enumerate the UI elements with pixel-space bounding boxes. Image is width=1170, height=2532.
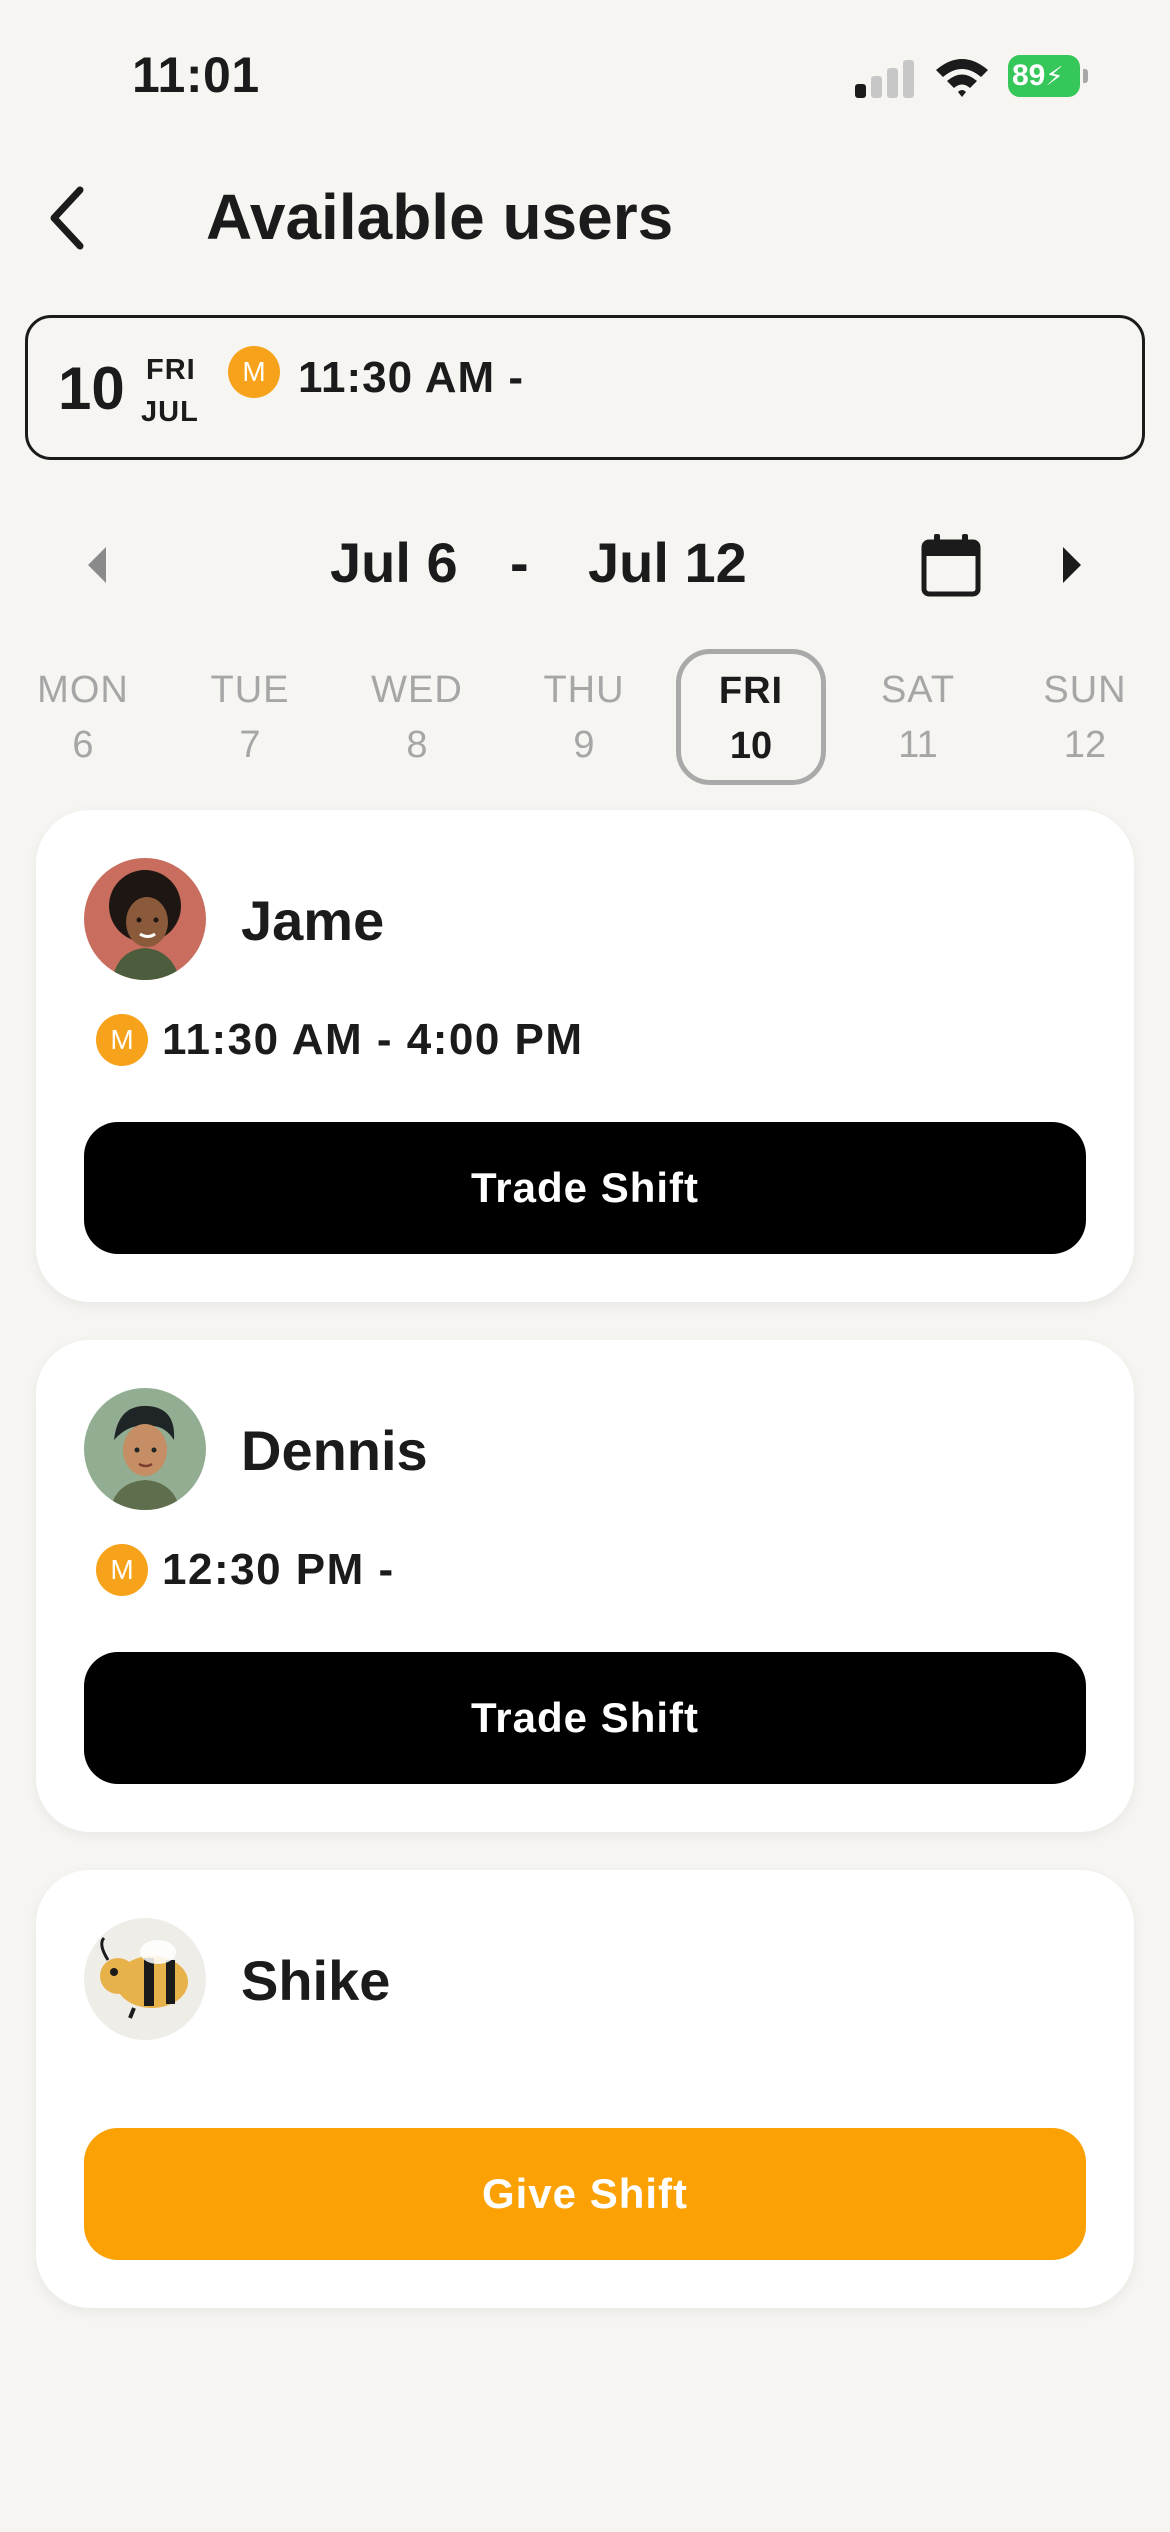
day-tue[interactable]: TUE 7 <box>175 655 325 790</box>
avatar <box>84 1388 206 1510</box>
day-mon[interactable]: MON 6 <box>8 655 158 790</box>
user-name: Shike <box>241 1949 391 2012</box>
week-day-strip: MON 6 TUE 7 WED 8 THU 9 FRI 10 SAT 11 SUN 12 <box>0 649 1170 785</box>
selected-shift-card: 10 FRI JUL M 11:30 AM - <box>25 315 1145 460</box>
day-sat[interactable]: SAT 11 <box>843 655 993 790</box>
day-fri-selected[interactable]: FRI 10 <box>676 649 826 785</box>
battery-level: 89⚡ <box>1008 55 1080 97</box>
day-thu[interactable]: THU 9 <box>509 655 659 790</box>
shift-month: JUL <box>141 396 199 428</box>
user-name: Jame <box>241 889 385 952</box>
bee-avatar-icon <box>84 1918 206 2040</box>
screen: 11:01 89⚡ Available users 10 FRI JUL M 1… <box>0 0 1170 2532</box>
page-title: Available users <box>206 181 674 253</box>
calendar-icon[interactable] <box>920 532 982 598</box>
user-card: Jame M 11:30 AM - 4:00 PM Trade Shift <box>36 810 1134 1302</box>
shift-time: 11:30 AM - <box>298 353 525 402</box>
trade-shift-button[interactable]: Trade Shift <box>84 1122 1086 1254</box>
day-sun[interactable]: SUN 12 <box>1010 655 1160 790</box>
avatar <box>84 858 206 980</box>
wifi-icon <box>936 59 988 97</box>
shift-type-badge: M <box>228 346 280 398</box>
previous-week-arrow-icon[interactable] <box>82 543 112 587</box>
shift-type-badge: M <box>96 1544 148 1596</box>
back-button[interactable] <box>40 178 100 258</box>
user-name: Dennis <box>241 1419 428 1482</box>
shift-type-badge: M <box>96 1014 148 1066</box>
give-shift-button[interactable]: Give Shift <box>84 2128 1086 2260</box>
day-wed[interactable]: WED 8 <box>342 655 492 790</box>
week-end: Jul 12 <box>588 531 747 594</box>
battery-icon: 89⚡ <box>1008 55 1088 97</box>
trade-shift-button[interactable]: Trade Shift <box>84 1652 1086 1784</box>
status-time: 11:01 <box>132 47 260 103</box>
next-week-arrow-icon[interactable] <box>1057 543 1087 587</box>
week-separator: - <box>510 531 529 594</box>
user-card: Shike Give Shift <box>36 1870 1134 2308</box>
cellular-signal-icon <box>855 58 915 98</box>
shift-weekday: FRI <box>146 354 196 386</box>
week-start: Jul 6 <box>330 531 458 594</box>
user-card: Dennis M 12:30 PM - Trade Shift <box>36 1340 1134 1832</box>
week-range: Jul 6 - Jul 12 <box>320 530 760 600</box>
user-shift-time: 12:30 PM - <box>162 1545 395 1594</box>
user-shift-time: 11:30 AM - 4:00 PM <box>162 1015 584 1064</box>
shift-day-number: 10 <box>58 355 125 422</box>
